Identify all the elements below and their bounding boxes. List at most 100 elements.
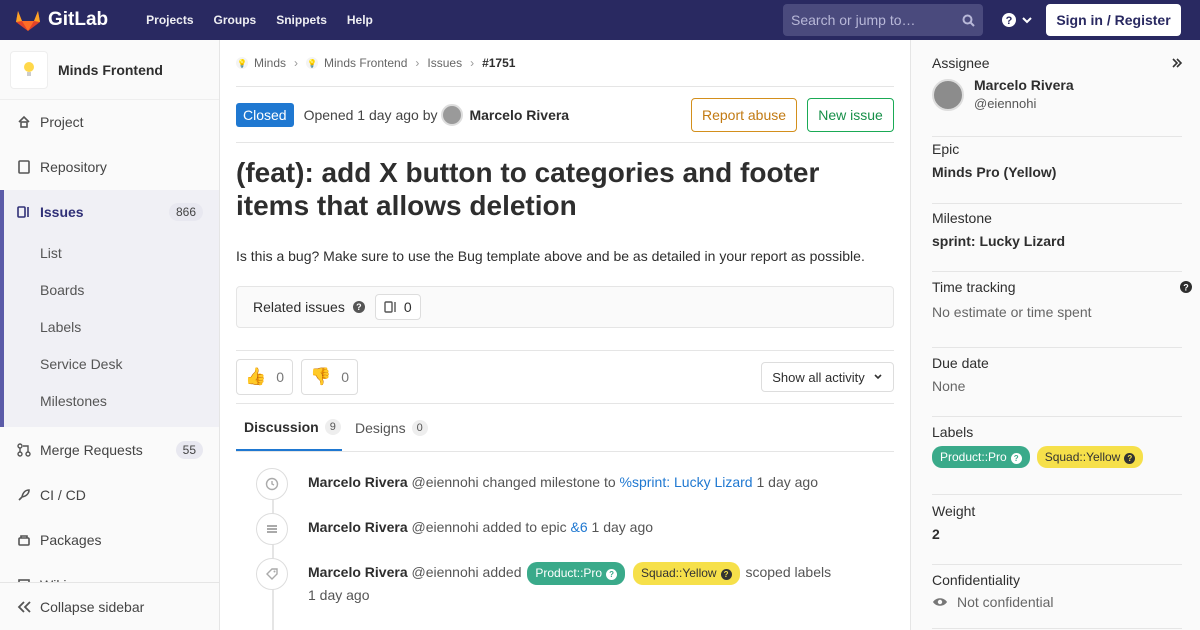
nav-help[interactable]: Help <box>347 13 373 27</box>
related-count: 0 <box>403 299 412 315</box>
breadcrumb-issues[interactable]: Issues <box>427 56 462 70</box>
sidebar-subitem-milestones[interactable]: Milestones <box>40 393 107 409</box>
label-squad-yellow[interactable]: Squad::Yellow? <box>1036 446 1144 468</box>
help-icon: ? <box>1010 453 1022 464</box>
lightbulb-icon <box>24 61 34 76</box>
epic-link[interactable]: &6 <box>571 519 588 535</box>
right-sidebar: Assignee Marcelo Rivera @eiennohi Epic M… <box>910 40 1200 630</box>
issues-icon <box>384 301 396 313</box>
author-name[interactable]: Marcelo Rivera <box>469 107 569 123</box>
breadcrumb-minds[interactable]: Minds <box>254 56 286 70</box>
nav-projects[interactable]: Projects <box>146 13 193 27</box>
help-icon: ? <box>1124 453 1136 464</box>
sidebar-item-label: Project <box>40 114 84 130</box>
sign-in-register-button[interactable]: Sign in / Register <box>1046 4 1181 36</box>
note-author[interactable]: Marcelo Rivera <box>308 519 408 535</box>
thumbs-up-button[interactable]: 👍 0 <box>236 359 293 395</box>
sidebar-item-issues[interactable]: Issues 866 <box>0 192 219 232</box>
chevron-down-icon <box>1022 17 1032 24</box>
breadcrumb-minds-frontend[interactable]: Minds Frontend <box>324 56 407 70</box>
tab-designs[interactable]: Designs 0 <box>355 404 428 451</box>
sidebar-item-ci-cd[interactable]: CI / CD <box>0 475 219 515</box>
help-icon[interactable]: ? <box>352 301 365 313</box>
project-avatar-small: 💡 <box>306 57 319 69</box>
issue-description: Is this a bug? Make sure to use the Bug … <box>236 248 865 264</box>
help-icon: ? <box>720 569 732 580</box>
note-handle[interactable]: @eiennohi <box>412 564 479 580</box>
book-icon <box>16 159 32 175</box>
rocket-icon <box>16 487 32 503</box>
tab-discussion[interactable]: Discussion 9 <box>236 404 342 451</box>
nav-groups[interactable]: Groups <box>214 13 257 27</box>
assignee-title: Assignee <box>932 55 990 71</box>
labels-title: Labels <box>932 424 974 440</box>
milestone-value[interactable]: sprint: Lucky Lizard <box>932 233 1182 249</box>
note-author[interactable]: Marcelo Rivera <box>308 474 408 490</box>
thumbs-down-button[interactable]: 👎 0 <box>301 359 358 395</box>
note-time: 1 day ago <box>591 519 654 535</box>
sidebar-item-project[interactable]: Project <box>0 102 219 142</box>
merge-requests-count-badge: 55 <box>175 441 203 459</box>
avatar[interactable] <box>932 79 964 111</box>
label-text: Product::Pro <box>940 450 1007 464</box>
sidebar-subitem-list[interactable]: List <box>40 245 62 261</box>
sidebar-item-repository[interactable]: Repository <box>0 147 219 187</box>
note-handle[interactable]: @eiennohi <box>412 474 479 490</box>
label-text: Squad::Yellow <box>1044 450 1121 464</box>
home-icon <box>16 114 32 130</box>
sidebar-item-label: Repository <box>40 159 107 175</box>
chevron-down-icon <box>874 374 882 380</box>
breadcrumb-separator: › <box>470 56 475 70</box>
tab-count: 9 <box>324 418 341 435</box>
sidebar-subitem-boards[interactable]: Boards <box>40 282 84 298</box>
note-action: added <box>482 564 522 580</box>
gitlab-fox-icon <box>16 11 40 31</box>
confidentiality-value: Not confidential <box>957 594 1054 610</box>
sidebar-item-merge-requests[interactable]: Merge Requests 55 <box>0 430 219 470</box>
help-dropdown[interactable]: ? <box>1001 12 1033 28</box>
assignee-name[interactable]: Marcelo Rivera <box>974 77 1074 93</box>
due-date-value: None <box>932 378 966 394</box>
epic-value[interactable]: Minds Pro (Yellow) <box>932 164 1182 180</box>
status-badge: Closed <box>236 103 294 127</box>
due-date-title: Due date <box>932 355 989 371</box>
label-squad-yellow[interactable]: Squad::Yellow? <box>632 562 740 585</box>
sidebar-item-packages[interactable]: Packages <box>0 520 219 560</box>
weight-value: 2 <box>932 526 940 542</box>
avatar[interactable] <box>441 104 464 126</box>
note-handle[interactable]: @eiennohi <box>412 519 479 535</box>
sidebar-subitem-labels[interactable]: Labels <box>40 319 81 335</box>
milestone-link[interactable]: %sprint: Lucky Lizard <box>620 474 753 490</box>
activity-filter-dropdown[interactable]: Show all activity <box>761 362 894 392</box>
new-issue-button[interactable]: New issue <box>807 98 894 132</box>
label-product-pro[interactable]: Product::Pro? <box>527 562 626 585</box>
project-name: Minds Frontend <box>58 61 163 78</box>
sidebar-subitem-service-desk[interactable]: Service Desk <box>40 356 122 372</box>
report-abuse-button[interactable]: Report abuse <box>691 98 797 132</box>
collapse-sidebar-button[interactable]: Collapse sidebar <box>0 582 219 630</box>
collapse-sidebar-label: Collapse sidebar <box>40 598 145 615</box>
gitlab-logo[interactable]: GitLab <box>16 9 108 31</box>
note-author[interactable]: Marcelo Rivera <box>308 564 408 580</box>
breadcrumb-issue-number[interactable]: #1751 <box>482 56 515 70</box>
tab-count: 0 <box>411 419 428 436</box>
label-product-pro[interactable]: Product::Pro? <box>932 446 1030 468</box>
project-header[interactable]: Minds Frontend <box>0 40 219 100</box>
breadcrumb-separator: › <box>294 56 299 70</box>
label-text: Squad::Yellow <box>640 566 717 580</box>
weight-title: Weight <box>932 503 976 519</box>
question-circle-icon[interactable]: ? <box>1180 281 1192 293</box>
due-date-section: Due date None <box>932 355 1182 417</box>
nav-snippets[interactable]: Snippets <box>276 13 327 27</box>
thumbs-up-count: 0 <box>276 369 284 385</box>
help-icon: ? <box>606 569 618 580</box>
weight-section: Weight 2 <box>932 503 1182 565</box>
assignee-handle[interactable]: @eiennohi <box>974 96 1036 111</box>
note-suffix: scoped labels <box>745 564 832 580</box>
search-placeholder: Search or jump to… <box>791 12 916 28</box>
search-input[interactable]: Search or jump to… <box>783 4 983 36</box>
issues-icon <box>16 204 32 220</box>
labels-section: Labels Product::Pro? Squad::Yellow? <box>932 424 1182 495</box>
related-issues-count-badge: 0 <box>374 294 421 320</box>
note-action: changed milestone to <box>482 474 616 490</box>
